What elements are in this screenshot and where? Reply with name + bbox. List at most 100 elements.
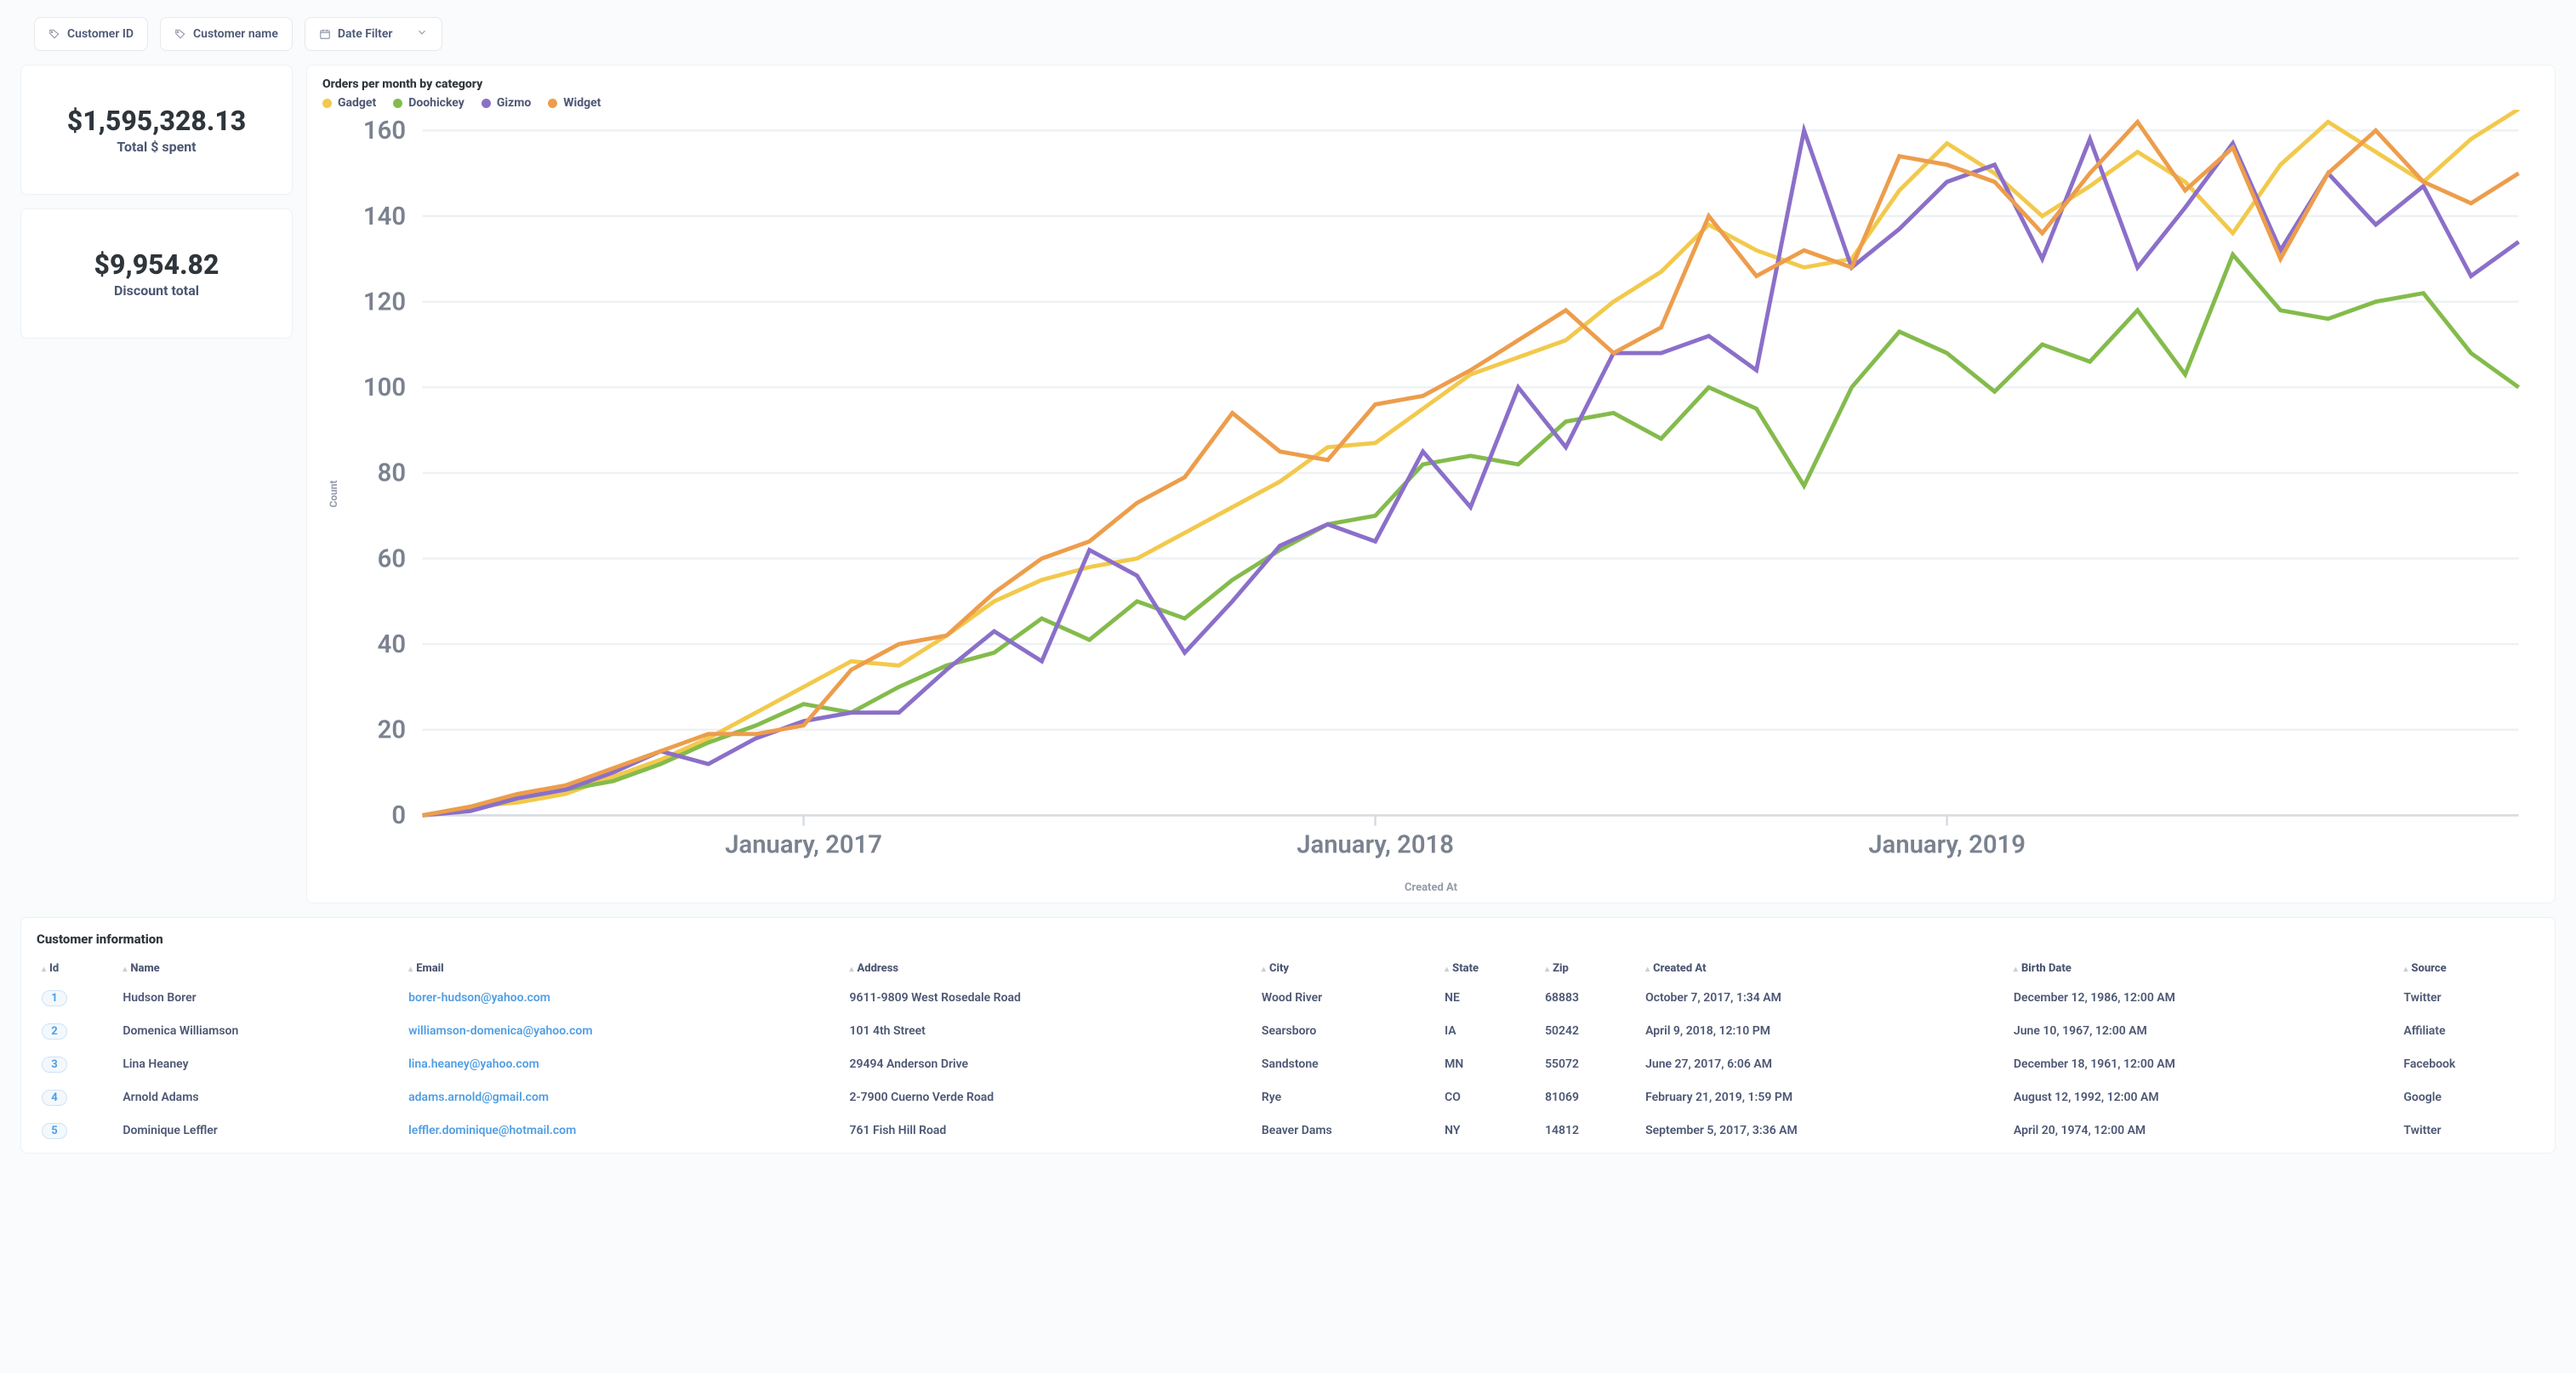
- sort-asc-icon: ▴: [42, 965, 46, 974]
- cell-source: Google: [2398, 1081, 2539, 1114]
- svg-text:40: 40: [378, 630, 406, 659]
- cell-id: 1: [37, 982, 117, 1015]
- cell-birth: August 12, 1992, 12:00 AM: [2009, 1081, 2398, 1114]
- y-axis-label: Count: [322, 110, 339, 878]
- col-city[interactable]: ▴City: [1257, 955, 1439, 982]
- table-title: Customer information: [37, 931, 2539, 947]
- kpi-label: Discount total: [114, 282, 199, 299]
- cell-city: Rye: [1257, 1081, 1439, 1114]
- cell-created: October 7, 2017, 1:34 AM: [1640, 982, 2009, 1015]
- table-row[interactable]: 5 Dominique Leffler leffler.dominique@hotm…: [37, 1114, 2539, 1148]
- col-state[interactable]: ▴State: [1439, 955, 1540, 982]
- cell-city: Sandstone: [1257, 1048, 1439, 1081]
- id-pill[interactable]: 5: [42, 1123, 67, 1139]
- kpi-discount-total[interactable]: $9,954.82 Discount total: [20, 208, 293, 339]
- email-link[interactable]: lina.heaney@yahoo.com: [408, 1057, 539, 1071]
- cell-zip: 55072: [1540, 1048, 1640, 1081]
- table-row[interactable]: 3Lina Heaneylina.heaney@yahoo.com29494 A…: [37, 1048, 2539, 1081]
- line-chart[interactable]: 020406080100120140160January, 2017Januar…: [339, 110, 2539, 878]
- svg-text:20: 20: [378, 716, 406, 745]
- col-birth-date[interactable]: ▴Birth Date: [2009, 955, 2398, 982]
- filter-customer-name[interactable]: Customer name: [160, 17, 293, 51]
- cell-state: NE: [1439, 982, 1540, 1015]
- chart-card[interactable]: Orders per month by category Gadget Doohi…: [306, 65, 2556, 903]
- legend-item[interactable]: Widget: [548, 96, 601, 110]
- svg-text:January, 2019: January, 2019: [1868, 830, 2026, 859]
- cell-name: Dominique Leffler: [117, 1114, 403, 1148]
- email-link[interactable]: adams.arnold@gmail.com: [408, 1091, 549, 1104]
- kpi-value: $9,954.82: [94, 248, 219, 281]
- cell-state: MN: [1439, 1048, 1540, 1081]
- kpi-value: $1,595,328.13: [67, 105, 247, 137]
- col-created-at[interactable]: ▴Created At: [1640, 955, 2009, 982]
- cell-address: 9611-9809 West Rosedale Road: [844, 982, 1256, 1015]
- filter-label: Customer ID: [67, 27, 134, 41]
- filter-label: Customer name: [193, 27, 278, 41]
- col-email[interactable]: ▴Email: [403, 955, 844, 982]
- cell-city: Wood River: [1257, 982, 1439, 1015]
- sort-asc-icon: ▴: [1645, 965, 1650, 974]
- cell-id: 2: [37, 1015, 117, 1048]
- chart-legend: Gadget Doohickey Gizmo Widget: [322, 96, 2539, 110]
- cell-zip: 68883: [1540, 982, 1640, 1015]
- sort-asc-icon: ▴: [849, 965, 853, 974]
- svg-text:140: 140: [363, 202, 406, 231]
- sort-asc-icon: ▴: [2403, 965, 2408, 974]
- cell-zip: 14812: [1540, 1114, 1640, 1148]
- cell-name: Hudson Borer: [117, 982, 403, 1015]
- cell-address: 2-7900 Cuerno Verde Road: [844, 1081, 1256, 1114]
- cell-email: adams.arnold@gmail.com: [403, 1081, 844, 1114]
- email-link[interactable]: williamson-domenica@yahoo.com: [408, 1024, 592, 1038]
- table-row[interactable]: 2Domenica Williamsonwilliamson-domenica@…: [37, 1015, 2539, 1048]
- id-pill[interactable]: 2: [42, 1023, 67, 1040]
- legend-dot-icon: [393, 99, 402, 108]
- id-pill[interactable]: 3: [42, 1057, 67, 1073]
- cell-birth: April 20, 1974, 12:00 AM: [2009, 1114, 2398, 1148]
- cell-id: 3: [37, 1048, 117, 1081]
- cell-created: April 9, 2018, 12:10 PM: [1640, 1015, 2009, 1048]
- id-pill[interactable]: 4: [42, 1090, 67, 1106]
- kpi-total-spent[interactable]: $1,595,328.13 Total $ spent: [20, 65, 293, 195]
- sort-asc-icon: ▴: [123, 965, 127, 974]
- col-id[interactable]: ▴Id: [37, 955, 117, 982]
- filter-customer-id[interactable]: Customer ID: [34, 17, 148, 51]
- cell-address: 101 4th Street: [844, 1015, 1256, 1048]
- cell-birth: December 12, 1986, 12:00 AM: [2009, 982, 2398, 1015]
- series-doohickey[interactable]: [423, 254, 2519, 815]
- svg-text:160: 160: [363, 117, 406, 145]
- col-source[interactable]: ▴Source: [2398, 955, 2539, 982]
- table-header-row: ▴Id▴Name▴Email▴Address▴City▴State▴Zip▴Cr…: [37, 955, 2539, 982]
- filter-date[interactable]: Date Filter: [305, 17, 443, 51]
- cell-id: 4: [37, 1081, 117, 1114]
- cell-state: CO: [1439, 1081, 1540, 1114]
- chart-title: Orders per month by category: [322, 77, 2539, 91]
- cell-source: Twitter: [2398, 1114, 2539, 1148]
- col-zip[interactable]: ▴Zip: [1540, 955, 1640, 982]
- filter-bar: Customer ID Customer name Date Filter: [17, 17, 2559, 51]
- cell-zip: 81069: [1540, 1081, 1640, 1114]
- x-axis-label: Created At: [322, 881, 2539, 894]
- table-row[interactable]: 4Arnold Adamsadams.arnold@gmail.com2-790…: [37, 1081, 2539, 1114]
- cell-created: June 27, 2017, 6:06 AM: [1640, 1048, 2009, 1081]
- table-row[interactable]: 1 Hudson Borer borer-hudson@yahoo.com 9611-…: [37, 982, 2539, 1015]
- legend-item[interactable]: Gizmo: [482, 96, 531, 110]
- series-widget[interactable]: [423, 122, 2519, 815]
- col-name[interactable]: ▴Name: [117, 955, 403, 982]
- cell-city: Searsboro: [1257, 1015, 1439, 1048]
- cell-id: 5: [37, 1114, 117, 1148]
- svg-text:January, 2017: January, 2017: [725, 830, 882, 859]
- legend-label: Gadget: [338, 96, 376, 110]
- cell-address: 29494 Anderson Drive: [844, 1048, 1256, 1081]
- cell-email: leffler.dominique@hotmail.com: [403, 1114, 844, 1148]
- email-link[interactable]: leffler.dominique@hotmail.com: [408, 1124, 576, 1137]
- cell-created: September 5, 2017, 3:36 AM: [1640, 1114, 2009, 1148]
- kpi-label: Total $ spent: [117, 139, 196, 155]
- id-pill[interactable]: 1: [42, 990, 67, 1006]
- legend-item[interactable]: Doohickey: [393, 96, 464, 110]
- sort-asc-icon: ▴: [1445, 965, 1449, 974]
- col-address[interactable]: ▴Address: [844, 955, 1256, 982]
- email-link[interactable]: borer-hudson@yahoo.com: [408, 991, 550, 1005]
- cell-email: lina.heaney@yahoo.com: [403, 1048, 844, 1081]
- filter-label: Date Filter: [338, 27, 393, 41]
- legend-item[interactable]: Gadget: [322, 96, 376, 110]
